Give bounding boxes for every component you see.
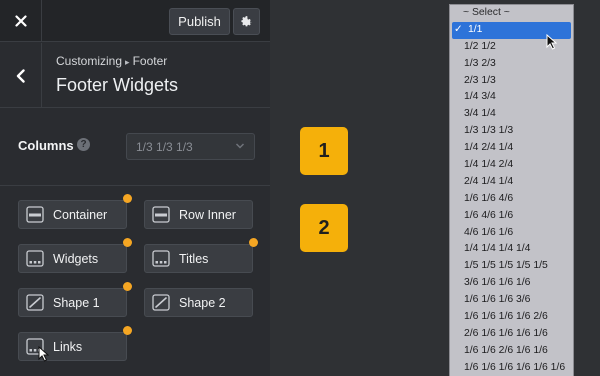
dropdown-option[interactable]: 2/4 1/4 1/4 <box>450 174 573 191</box>
titles-icon <box>152 250 170 267</box>
dropdown-options: ✓ 1/1 1/2 1/2 1/3 2/3 2/3 1/3 1/4 3/4 3/4 1/4 1… <box>450 21 573 376</box>
dropdown-option[interactable]: 1/6 1/6 1/6 1/6 2/6 <box>450 309 573 326</box>
mouse-cursor-icon <box>546 34 558 50</box>
columns-control: Columns ? 1/3 1/3 1/3 <box>0 108 270 186</box>
widget-label: Container <box>53 207 108 222</box>
widget-widgets-button[interactable]: Widgets <box>18 244 127 273</box>
chevron-left-icon <box>16 68 25 83</box>
columns-label: Columns <box>18 138 74 153</box>
dropdown-option[interactable]: 1/6 1/6 2/6 1/6 1/6 <box>450 343 573 360</box>
dropdown-placeholder-option[interactable]: ~ Select ~ <box>450 5 573 22</box>
callout-badge-1: 1 <box>300 127 348 175</box>
back-button[interactable] <box>0 43 42 108</box>
gear-icon <box>241 16 252 27</box>
customizer-screen: Publish Customizing ▸ Footer Footer Widget… <box>0 0 600 376</box>
columns-selected-value: 1/3 1/3 1/3 <box>136 139 193 154</box>
customizer-topbar: Publish <box>0 0 270 42</box>
page-title: Footer Widgets <box>56 75 179 95</box>
widget-shape-1-button[interactable]: Shape 1 <box>18 288 127 317</box>
dropdown-option[interactable]: 1/4 2/4 1/4 <box>450 140 573 157</box>
dropdown-option[interactable]: 3/4 1/4 <box>450 106 573 123</box>
widget-label: Shape 2 <box>179 295 226 310</box>
widget-label: Shape 1 <box>53 295 100 310</box>
breadcrumb-separator: ▸ <box>125 57 130 67</box>
dropdown-option[interactable]: 1/4 1/4 2/4 <box>450 157 573 174</box>
widget-row-inner-button[interactable]: Row Inner <box>144 200 253 229</box>
widget-label: Row Inner <box>179 207 236 222</box>
dropdown-option[interactable]: 1/6 1/6 4/6 <box>450 191 573 208</box>
dropdown-option[interactable]: 2/6 1/6 1/6 1/6 1/6 <box>450 326 573 343</box>
chevron-down-icon <box>235 143 245 149</box>
breadcrumb-current: Footer <box>132 54 168 68</box>
widget-links-button[interactable]: Links <box>18 332 127 361</box>
columns-select[interactable]: 1/3 1/3 1/3 <box>126 133 255 160</box>
shape-icon <box>26 294 44 311</box>
shape-icon <box>152 294 170 311</box>
widget-titles-button[interactable]: Titles <box>144 244 253 273</box>
dropdown-option[interactable]: 1/4 3/4 <box>450 89 573 106</box>
close-button[interactable] <box>0 0 42 42</box>
dropdown-option[interactable]: 1/5 1/5 1/5 1/5 1/5 <box>450 258 573 275</box>
mouse-cursor-icon <box>38 346 50 362</box>
container-icon <box>26 206 44 223</box>
widget-label: Widgets <box>53 251 99 266</box>
dropdown-option[interactable]: 4/6 1/6 1/6 <box>450 225 573 242</box>
widget-label: Titles <box>179 251 209 266</box>
widget-indicator-dot <box>123 326 132 335</box>
widget-container-button[interactable]: Container <box>18 200 127 229</box>
dropdown-option[interactable]: 1/3 2/3 <box>450 56 573 73</box>
widget-indicator-dot <box>123 282 132 291</box>
widget-indicator-dot <box>123 194 132 203</box>
row-inner-icon <box>152 206 170 223</box>
dropdown-option[interactable]: 1/4 1/4 1/4 1/4 <box>450 241 573 258</box>
help-icon[interactable]: ? <box>77 138 90 151</box>
publish-button[interactable]: Publish <box>169 8 230 35</box>
dropdown-option[interactable]: 1/6 1/6 1/6 1/6 1/6 1/6 <box>450 360 573 376</box>
section-header: Customizing ▸ Footer Footer Widgets <box>0 43 270 108</box>
dropdown-option[interactable]: 3/6 1/6 1/6 1/6 <box>450 275 573 292</box>
breadcrumb-parent: Customizing <box>56 54 123 68</box>
callout-badge-2: 2 <box>300 204 348 252</box>
dropdown-option[interactable]: 2/3 1/3 <box>450 73 573 90</box>
customizer-panel: Publish Customizing ▸ Footer Footer Widget… <box>0 0 270 376</box>
dropdown-option[interactable]: 1/3 1/3 1/3 <box>450 123 573 140</box>
dropdown-option[interactable]: 1/6 1/6 1/6 3/6 <box>450 292 573 309</box>
dropdown-option[interactable]: 1/6 4/6 1/6 <box>450 208 573 225</box>
widget-indicator-dot <box>123 238 132 247</box>
widget-label: Links <box>53 339 83 354</box>
columns-dropdown-list[interactable]: ~ Select ~ ✓ 1/1 1/2 1/2 1/3 2/3 2/3 1/3 1/4 … <box>449 4 574 376</box>
widgets-icon <box>26 250 44 267</box>
dropdown-option-label: 1/1 <box>468 23 483 35</box>
widget-shape-2-button[interactable]: Shape 2 <box>144 288 253 317</box>
checkmark-icon: ✓ <box>454 23 463 35</box>
breadcrumb: Customizing ▸ Footer <box>56 54 167 68</box>
close-icon <box>14 15 27 27</box>
publish-settings-button[interactable] <box>233 8 260 35</box>
widget-indicator-dot <box>249 238 258 247</box>
